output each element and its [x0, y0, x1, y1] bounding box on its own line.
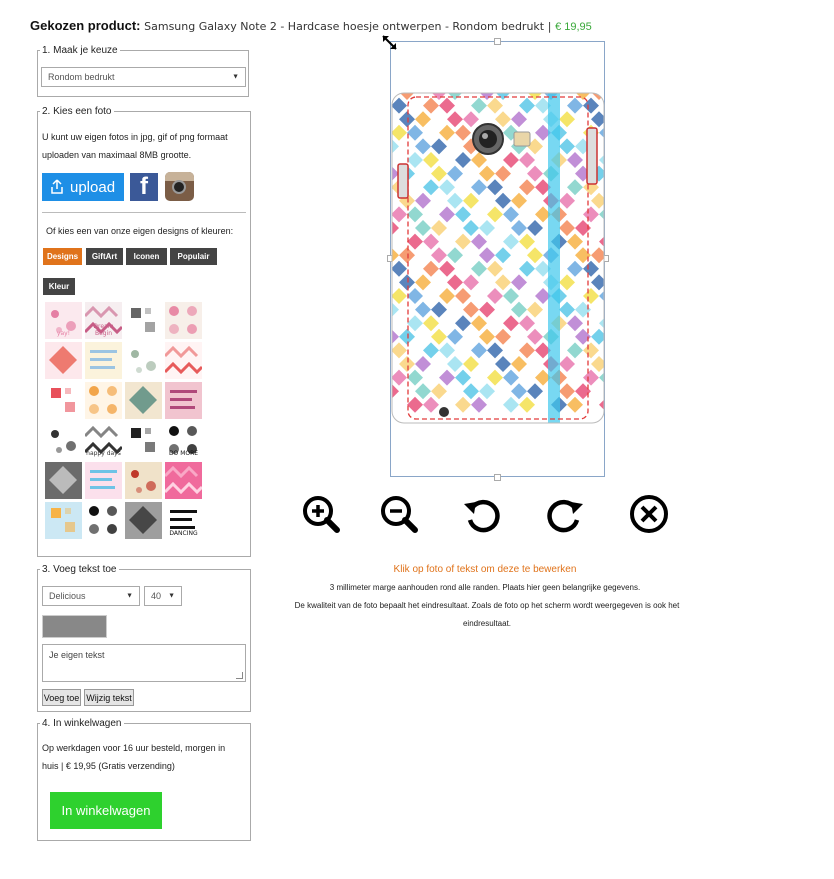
upload-button[interactable]: upload — [42, 173, 124, 201]
resize-handle-top[interactable] — [494, 38, 501, 45]
design-thumb-diamonds[interactable] — [45, 502, 82, 539]
design-thumb-triangles[interactable] — [125, 422, 162, 459]
print-type-value: Rondom bedrukt — [48, 72, 115, 82]
header-separator: | — [547, 20, 552, 33]
product-name: Samsung Galaxy Note 2 - Hardcase hoesje … — [144, 20, 545, 33]
upload-instructions: U kunt uw eigen fotos in jpg, gif of png… — [42, 132, 228, 160]
design-thumb-dancing[interactable]: DANCING — [165, 502, 202, 539]
zoom-out-icon[interactable] — [379, 494, 419, 534]
design-thumb-text: DO MORE — [168, 450, 199, 457]
custom-text-input[interactable]: Je eigen tekst — [42, 644, 246, 682]
tab-populair[interactable]: Populair — [170, 248, 217, 265]
step-choice-legend: 1. Maak je keuze — [42, 45, 118, 56]
instagram-icon[interactable] — [165, 172, 194, 201]
design-thumb-ice-cream[interactable] — [163, 342, 204, 379]
tab-iconen[interactable]: Iconen — [126, 248, 167, 265]
design-thumb-donuts[interactable] — [165, 302, 202, 339]
product-price: € 19,95 — [555, 21, 592, 33]
delete-icon[interactable] — [629, 494, 669, 534]
font-select-value: Delicious — [49, 591, 86, 601]
design-thumb-text: DANCING — [169, 530, 198, 537]
delivery-info: Op werkdagen voor 16 uur besteld, morgen… — [42, 743, 226, 771]
resize-grip-icon[interactable] — [236, 672, 243, 679]
edit-hint: Klik op foto of tekst om deze te bewerke… — [393, 564, 577, 575]
resize-arrow-icon[interactable] — [381, 34, 399, 52]
design-thumb-deer[interactable] — [125, 302, 162, 339]
design-thumb-quote-black[interactable] — [85, 502, 122, 539]
design-thumb-geo-red[interactable] — [125, 462, 162, 499]
print-type-select[interactable]: Rondom bedrukt ▼ — [41, 67, 246, 87]
design-thumb-happy-days[interactable]: happy days — [83, 422, 124, 459]
design-thumb-aztec[interactable] — [125, 382, 162, 419]
design-thumb-text: Dream Begin — [93, 323, 114, 337]
choose-design-text: Of kies een van onze eigen designs of kl… — [46, 226, 234, 236]
edit-text-button[interactable]: Wijzig tekst — [84, 689, 134, 706]
design-thumb-tiger[interactable] — [45, 462, 82, 499]
font-size-value: 40 — [151, 591, 162, 601]
facebook-letter: f — [140, 173, 148, 200]
design-thumb-mandala[interactable] — [163, 462, 204, 499]
tab-kleur[interactable]: Kleur — [43, 278, 75, 295]
rotate-right-icon[interactable] — [545, 494, 585, 534]
design-thumb-girl-bw[interactable] — [125, 502, 162, 539]
zoom-in-icon[interactable] — [301, 494, 341, 534]
design-thumb-do-more[interactable]: DO MORE — [165, 422, 202, 459]
font-size-select[interactable]: 40 ▼ — [144, 586, 182, 606]
upload-icon — [51, 179, 63, 194]
product-label: Gekozen product: — [30, 18, 141, 33]
design-thumb-glasses[interactable] — [45, 422, 82, 459]
section-divider — [42, 212, 246, 213]
resize-handle-bottom[interactable] — [494, 474, 501, 481]
design-thumb-dots[interactable] — [85, 342, 122, 379]
upload-label: upload — [70, 178, 116, 196]
design-thumb-world-map[interactable] — [45, 382, 82, 419]
font-select[interactable]: Delicious ▼ — [42, 586, 140, 606]
add-to-cart-button[interactable]: In winkelwagen — [50, 792, 162, 829]
quality-note: De kwaliteit van de foto bepaalt het ein… — [294, 601, 680, 628]
design-thumb-flowers[interactable] — [45, 342, 82, 379]
tab-giftart[interactable]: GiftArt — [86, 248, 123, 265]
product-header: Gekozen product: Samsung Galaxy Note 2 -… — [30, 18, 592, 33]
chevron-down-icon: ▼ — [126, 592, 133, 600]
design-thumb-quote-pink[interactable] — [165, 382, 202, 419]
design-thumb-feathers[interactable] — [125, 342, 162, 379]
margin-note: 3 millimeter marge aanhouden rond alle r… — [329, 583, 641, 592]
facebook-icon[interactable]: f — [130, 173, 158, 201]
rotate-left-icon[interactable] — [462, 494, 502, 534]
design-thumb-zigzag[interactable] — [85, 462, 122, 499]
design-thumb-yay[interactable]: yay! — [45, 302, 82, 339]
design-thumb-text: happy days — [86, 450, 121, 457]
add-text-button[interactable]: Voeg toe — [42, 689, 81, 706]
chevron-down-icon: ▼ — [168, 592, 175, 600]
tab-designs[interactable]: Designs — [43, 248, 82, 265]
chevron-down-icon: ▼ — [232, 73, 239, 81]
design-thumb-dream-begin[interactable]: Dream Begin — [83, 302, 124, 339]
design-thumb-ice-pops[interactable] — [85, 382, 122, 419]
text-color-picker[interactable] — [42, 615, 107, 638]
design-thumb-text: yay! — [56, 330, 71, 337]
custom-text-placeholder: Je eigen tekst — [49, 650, 105, 660]
phone-case-preview[interactable] — [391, 92, 605, 424]
